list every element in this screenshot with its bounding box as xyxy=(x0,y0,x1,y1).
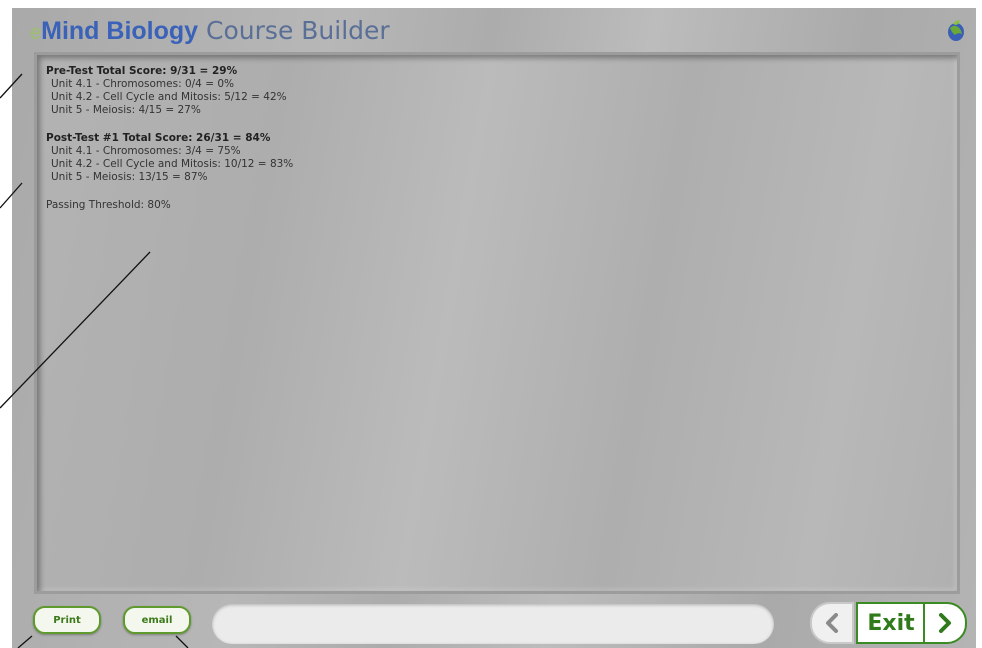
message-bar xyxy=(212,604,774,644)
passing-threshold: Passing Threshold: 80% xyxy=(46,199,171,211)
app-window: eMind Biology Course Builder Pre-Test Tot… xyxy=(12,8,976,648)
navigation-controls: Exit xyxy=(808,602,968,644)
brand-name: Mind Biology xyxy=(41,17,199,45)
posttest-unit: Unit 4.1 - Chromosomes: 3/4 = 75% xyxy=(51,145,241,157)
pretest-unit: Unit 4.1 - Chromosomes: 0/4 = 0% xyxy=(51,78,234,90)
report-panel: Pre-Test Total Score: 9/31 = 29% Unit 4.… xyxy=(34,52,960,594)
posttest-heading: Post-Test #1 Total Score: 26/31 = 84% xyxy=(46,132,271,144)
brand-prefix: e xyxy=(30,22,42,44)
chevron-left-icon xyxy=(826,613,838,633)
pretest-unit: Unit 5 - Meiosis: 4/15 = 27% xyxy=(51,104,201,116)
score-report: Pre-Test Total Score: 9/31 = 29% Unit 4.… xyxy=(46,65,293,212)
posttest-unit: Unit 4.2 - Cell Cycle and Mitosis: 10/12… xyxy=(51,158,294,170)
app-title: Course Builder xyxy=(206,16,390,45)
pretest-heading: Pre-Test Total Score: 9/31 = 29% xyxy=(46,65,238,77)
email-button[interactable]: email xyxy=(123,606,191,634)
exit-button[interactable]: Exit xyxy=(856,602,926,644)
posttest-unit: Unit 5 - Meiosis: 13/15 = 87% xyxy=(51,171,208,183)
globe-icon xyxy=(946,18,966,42)
print-button[interactable]: Print xyxy=(33,606,101,634)
back-button[interactable] xyxy=(810,602,854,644)
pretest-unit: Unit 4.2 - Cell Cycle and Mitosis: 5/12 … xyxy=(51,91,287,103)
page-title: eMind Biology Course Builder xyxy=(30,17,390,44)
chevron-right-icon xyxy=(939,613,951,633)
next-button[interactable] xyxy=(923,602,967,644)
